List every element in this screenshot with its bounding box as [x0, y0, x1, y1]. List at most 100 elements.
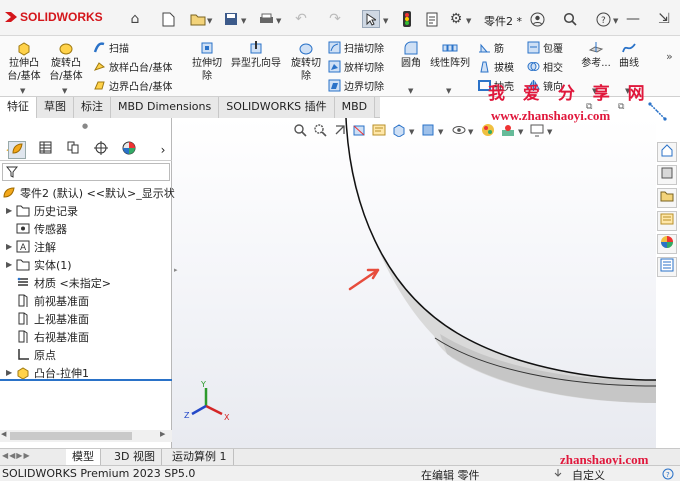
search-icon[interactable]	[561, 10, 579, 28]
select-cursor-icon[interactable]	[362, 10, 380, 28]
scroll-right-icon[interactable]: ▶	[160, 430, 165, 438]
lofted-cut-button[interactable]: 放样切除	[328, 59, 384, 74]
tab-mbd[interactable]: MBD	[334, 97, 376, 118]
feature-manager-tab-icon[interactable]	[8, 141, 26, 159]
scene-dropdown-icon[interactable]: ▼	[518, 128, 523, 136]
draft-button[interactable]: 拔模	[478, 59, 514, 74]
extrude-boss-button[interactable]: 拉伸凸 台/基体	[6, 40, 42, 83]
revolve-dropdown-icon[interactable]: ▼	[62, 87, 67, 95]
user-account-icon[interactable]	[528, 10, 546, 28]
feature-tree-filter[interactable]	[2, 163, 170, 181]
appearances-scenes-icon[interactable]	[657, 234, 677, 254]
fillet-dropdown-icon[interactable]: ▼	[408, 87, 413, 95]
rollback-bar[interactable]	[0, 379, 172, 381]
tab-nav-arrows-icon[interactable]: ◀◀▶▶	[2, 451, 31, 460]
custom-properties-icon[interactable]	[657, 257, 677, 277]
status-rebuild-icon[interactable]	[553, 468, 563, 479]
view-settings-dropdown-icon[interactable]: ▼	[547, 128, 552, 136]
panel-scroll-right-icon[interactable]: ›	[154, 141, 172, 159]
panel-horizontal-scrollbar[interactable]: ◀ ▶	[0, 430, 172, 442]
zoom-to-area-icon[interactable]	[313, 123, 327, 137]
solidworks-resources-home-icon[interactable]	[657, 142, 677, 162]
tree-root-part[interactable]: 零件2 (默认) <<默认>_显示状	[2, 184, 175, 201]
rib-button[interactable]: 筋	[478, 40, 504, 55]
reference-geometry-button[interactable]: 参考...	[580, 40, 612, 70]
display-style-dropdown-icon[interactable]: ▼	[438, 128, 443, 136]
hide-show-dropdown-icon[interactable]: ▼	[468, 128, 473, 136]
previous-view-icon[interactable]	[333, 123, 347, 137]
expand-arrow-icon[interactable]: ▶	[6, 206, 16, 215]
tab-solidworks-addins[interactable]: SOLIDWORKS 插件	[219, 97, 335, 118]
expand-arrow-icon[interactable]: ▶	[6, 260, 16, 269]
options-dropdown-icon[interactable]: ▼	[466, 17, 471, 25]
tree-item-front-plane[interactable]: 前视基准面	[6, 292, 89, 309]
display-manager-tab-icon[interactable]	[120, 141, 138, 159]
tab-features[interactable]: 特征	[0, 97, 37, 118]
panel-splitter-handle-icon[interactable]: ▸	[174, 266, 178, 274]
dynamic-annotation-view-icon[interactable]	[372, 123, 386, 137]
scroll-thumb[interactable]	[10, 432, 132, 440]
panel-collapse-handle-icon[interactable]: ●	[82, 122, 88, 130]
view-settings-icon[interactable]	[530, 123, 544, 137]
extrude-dropdown-icon[interactable]: ▼	[20, 87, 25, 95]
scroll-left-icon[interactable]: ◀	[1, 430, 6, 438]
edit-appearance-icon[interactable]	[481, 123, 495, 137]
tab-dimensions[interactable]: 标注	[74, 97, 111, 118]
pin-icon[interactable]: ⇲	[655, 10, 673, 28]
fillet-button[interactable]: 圆角	[398, 40, 424, 70]
view-orientation-dropdown-icon[interactable]: ▼	[409, 128, 414, 136]
print-dropdown-icon[interactable]: ▼	[276, 17, 281, 25]
hole-wizard-button[interactable]: 异型孔向导	[228, 40, 284, 70]
status-help-icon[interactable]: ?	[662, 468, 674, 480]
curves-button[interactable]: 曲线	[615, 40, 643, 70]
tree-item-solid-bodies[interactable]: ▶ 实体(1)	[6, 256, 72, 273]
app-logo[interactable]: SOLIDWORKS	[4, 10, 103, 24]
select-dropdown-icon[interactable]: ▼	[383, 17, 388, 25]
view-orientation-icon[interactable]	[392, 123, 406, 137]
tab-model[interactable]: 模型	[66, 449, 101, 466]
property-manager-tab-icon[interactable]	[36, 141, 54, 159]
more-commands-chevron-icon[interactable]: »	[666, 50, 673, 63]
wrap-button[interactable]: 包覆	[527, 40, 563, 55]
redo-icon[interactable]: ↷	[326, 10, 344, 28]
open-folder-icon[interactable]	[189, 10, 207, 28]
hide-show-items-icon[interactable]	[452, 123, 466, 137]
home-icon[interactable]: ⌂	[126, 10, 144, 28]
apply-scene-icon[interactable]	[501, 123, 515, 137]
file-explorer-icon[interactable]	[657, 188, 677, 208]
save-dropdown-icon[interactable]: ▼	[241, 17, 246, 25]
expand-arrow-icon[interactable]: ▶	[6, 368, 16, 377]
extrude-cut-button[interactable]: 拉伸切 除	[188, 40, 226, 83]
expand-arrow-icon[interactable]: ▶	[6, 242, 16, 251]
tree-item-material[interactable]: 材质 <未指定>	[6, 274, 111, 291]
tab-sketch[interactable]: 草图	[37, 97, 74, 118]
intersect-button[interactable]: 相交	[527, 59, 563, 74]
display-style-icon[interactable]	[421, 123, 435, 137]
save-icon[interactable]	[222, 10, 240, 28]
tree-item-right-plane[interactable]: 右视基准面	[6, 328, 89, 345]
zoom-to-fit-icon[interactable]	[293, 123, 307, 137]
tree-item-history[interactable]: ▶ 历史记录	[6, 202, 78, 219]
tab-mbd-dimensions[interactable]: MBD Dimensions	[111, 97, 220, 118]
swept-cut-button[interactable]: 扫描切除	[328, 40, 384, 55]
boundary-cut-button[interactable]: 边界切除	[328, 78, 384, 93]
print-icon[interactable]	[257, 10, 275, 28]
minimize-window-icon[interactable]: —	[624, 10, 642, 28]
file-properties-icon[interactable]	[423, 10, 441, 28]
tree-item-sensors[interactable]: 传感器	[6, 220, 67, 237]
tree-item-annotations[interactable]: ▶ A 注解	[6, 238, 56, 255]
options-gear-icon[interactable]: ⚙	[447, 10, 465, 28]
undo-icon[interactable]: ↶	[292, 10, 310, 28]
boundary-boss-button[interactable]: 边界凸台/基体	[93, 78, 172, 93]
dimxpert-manager-tab-icon[interactable]	[92, 141, 110, 159]
graphics-viewport[interactable]	[172, 118, 656, 448]
rebuild-traffic-light-icon[interactable]	[398, 10, 416, 28]
revolve-boss-button[interactable]: 旋转凸 台/基体	[46, 40, 86, 83]
tab-3d-views[interactable]: 3D 视图	[108, 449, 162, 466]
revolve-cut-button[interactable]: 旋转切 除	[288, 40, 324, 83]
design-library-icon[interactable]	[657, 165, 677, 185]
loft-boss-button[interactable]: 放样凸台/基体	[93, 59, 172, 74]
help-icon[interactable]: ?	[594, 10, 612, 28]
view-palette-icon[interactable]	[657, 211, 677, 231]
configuration-manager-tab-icon[interactable]	[64, 141, 82, 159]
